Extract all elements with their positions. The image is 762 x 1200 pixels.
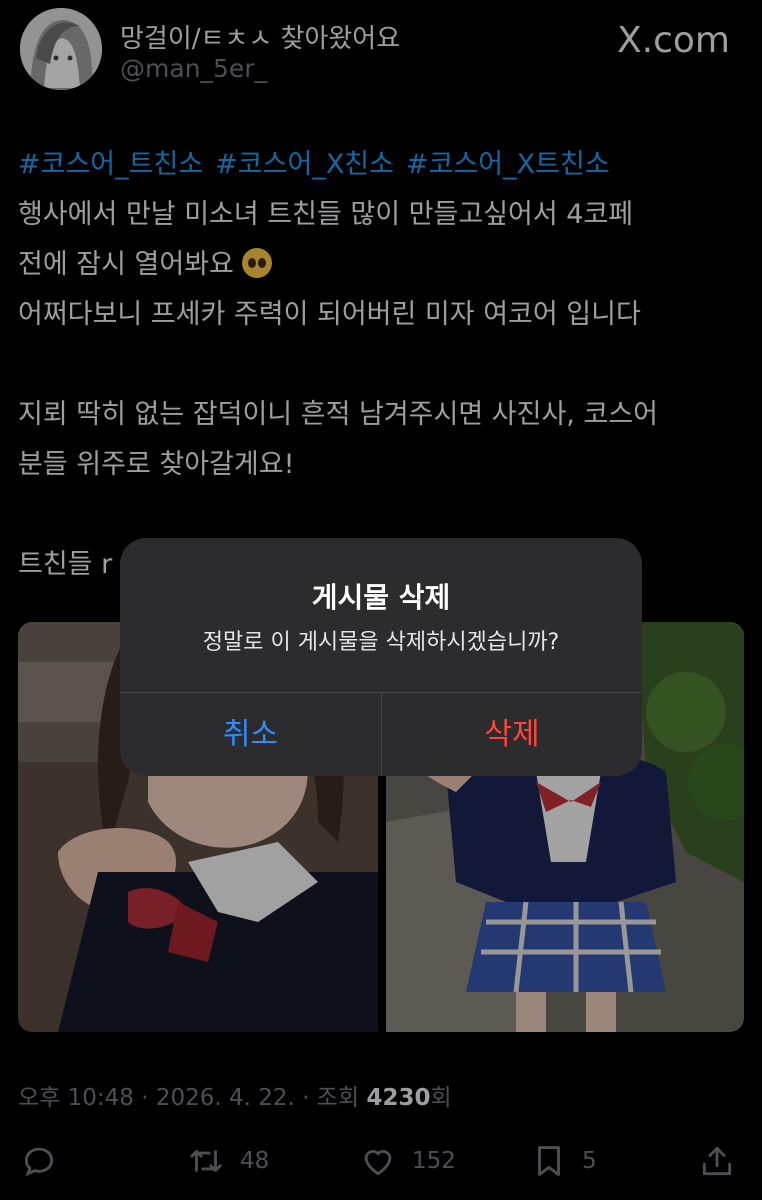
- cancel-button[interactable]: 취소: [120, 693, 381, 776]
- dialog-title: 게시물 삭제: [311, 581, 451, 614]
- dialog-message: 정말로 이 게시물을 삭제하시겠습니까?: [202, 630, 560, 655]
- delete-post-dialog: 게시물 삭제 정말로 이 게시물을 삭제하시겠습니까? 취소 삭제: [120, 538, 642, 776]
- delete-button[interactable]: 삭제: [382, 693, 642, 776]
